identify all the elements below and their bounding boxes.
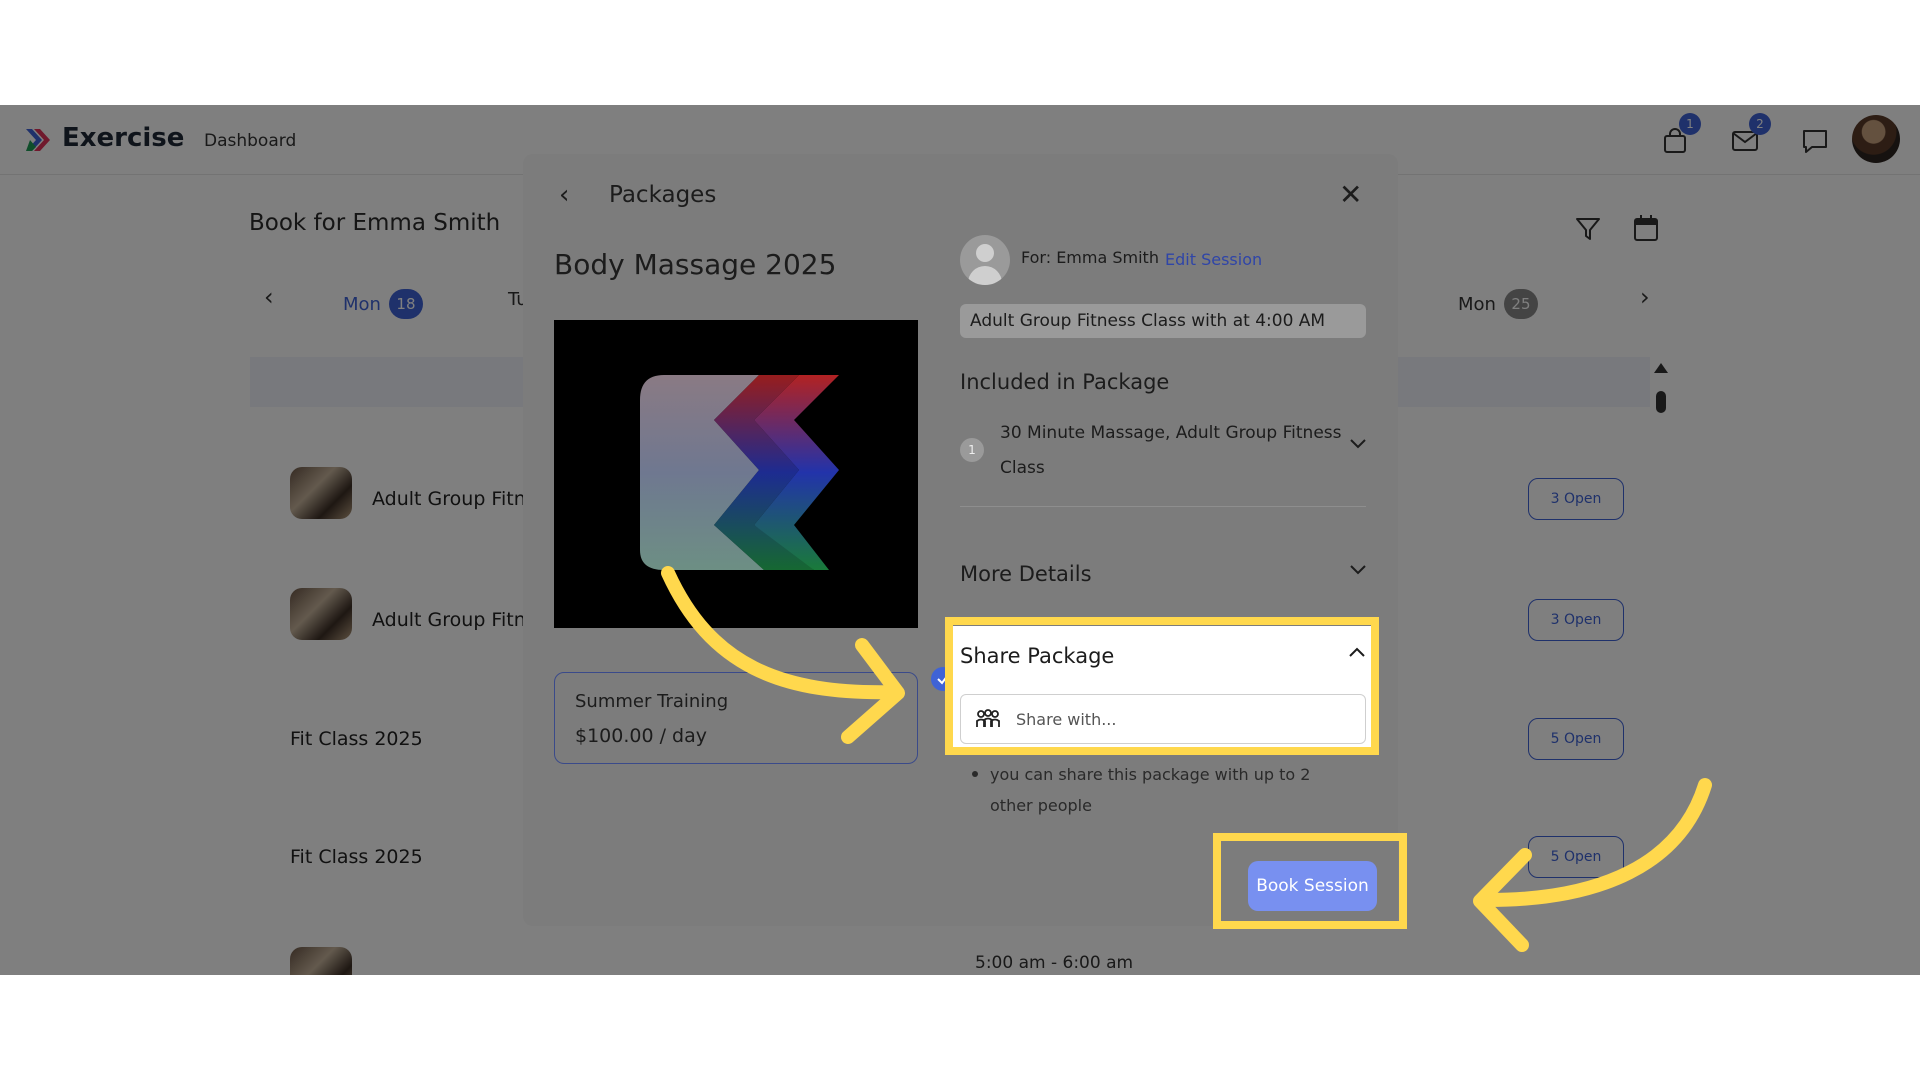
arrow-to-option-icon: [661, 566, 902, 700]
tutorial-arrows: [661, 566, 1712, 952]
arrow-to-book-icon: [1481, 778, 1712, 907]
screenshot-frame: Exercise Dashboard 1 2 Book for Emma Smi…: [0, 105, 1920, 975]
